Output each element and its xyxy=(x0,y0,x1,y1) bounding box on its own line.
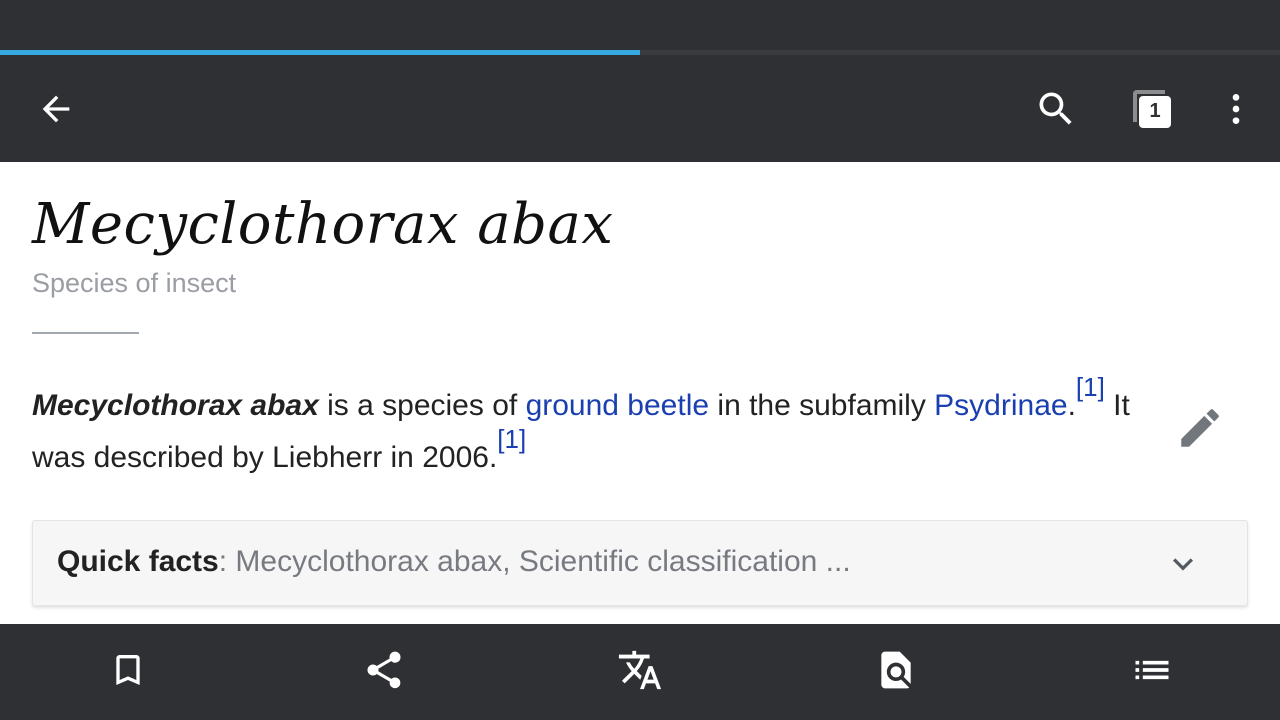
share-icon xyxy=(362,648,406,697)
lead-text-1: is a species of xyxy=(318,389,526,422)
bookmark-icon xyxy=(108,650,148,695)
page-title: Mecyclothorax abax xyxy=(32,192,614,257)
page-subtitle: Species of insect xyxy=(32,268,237,298)
link-psydrinae[interactable]: Psydrinae xyxy=(934,389,1067,422)
back-button[interactable] xyxy=(16,55,96,162)
reference-link-2[interactable]: [1] xyxy=(497,424,526,454)
change-language-button[interactable] xyxy=(512,624,768,720)
find-in-page-button[interactable] xyxy=(768,624,1024,720)
quick-facts-summary: Mecyclothorax abax, Scientific classific… xyxy=(227,545,851,578)
translate-icon xyxy=(617,647,663,698)
top-toolbar: 1 xyxy=(0,55,1280,162)
share-button[interactable] xyxy=(256,624,512,720)
quick-facts-collapsible[interactable]: Quick facts: Mecyclothorax abax, Scienti… xyxy=(32,520,1248,606)
chevron-down-icon xyxy=(1163,547,1203,581)
article-content: Mecyclothorax abax Species of insect Mec… xyxy=(0,162,1280,624)
search-button[interactable] xyxy=(1016,55,1096,162)
save-bookmark-button[interactable] xyxy=(0,624,256,720)
search-icon xyxy=(1034,87,1078,131)
reference-link-1[interactable]: [1] xyxy=(1076,372,1105,402)
more-vertical-icon xyxy=(1216,89,1256,129)
overflow-menu-button[interactable] xyxy=(1196,55,1276,162)
title-divider xyxy=(32,332,139,334)
arrow-left-icon xyxy=(36,89,76,129)
tabs-icon: 1 xyxy=(1133,89,1171,128)
link-ground-beetle[interactable]: ground beetle xyxy=(526,389,710,422)
lead-paragraph: Mecyclothorax abax is a species of groun… xyxy=(32,374,1162,484)
status-strip xyxy=(0,0,1280,50)
lead-term: Mecyclothorax abax xyxy=(32,389,319,422)
pencil-icon xyxy=(1175,403,1225,458)
quick-facts-label: Quick facts xyxy=(57,545,219,578)
tabs-button[interactable]: 1 xyxy=(1112,55,1192,162)
table-of-contents-icon xyxy=(1130,648,1174,697)
find-in-page-icon xyxy=(874,648,918,697)
quick-facts-text: Quick facts: Mecyclothorax abax, Scienti… xyxy=(57,545,851,579)
lead-text-2: in the subfamily xyxy=(709,389,935,422)
table-of-contents-button[interactable] xyxy=(1024,624,1280,720)
tabs-count-badge: 1 xyxy=(1139,95,1171,128)
bottom-action-bar xyxy=(0,624,1280,720)
lead-text-3: . xyxy=(1067,389,1076,422)
quick-facts-separator: : xyxy=(218,545,228,578)
edit-section-button[interactable] xyxy=(1170,400,1230,460)
